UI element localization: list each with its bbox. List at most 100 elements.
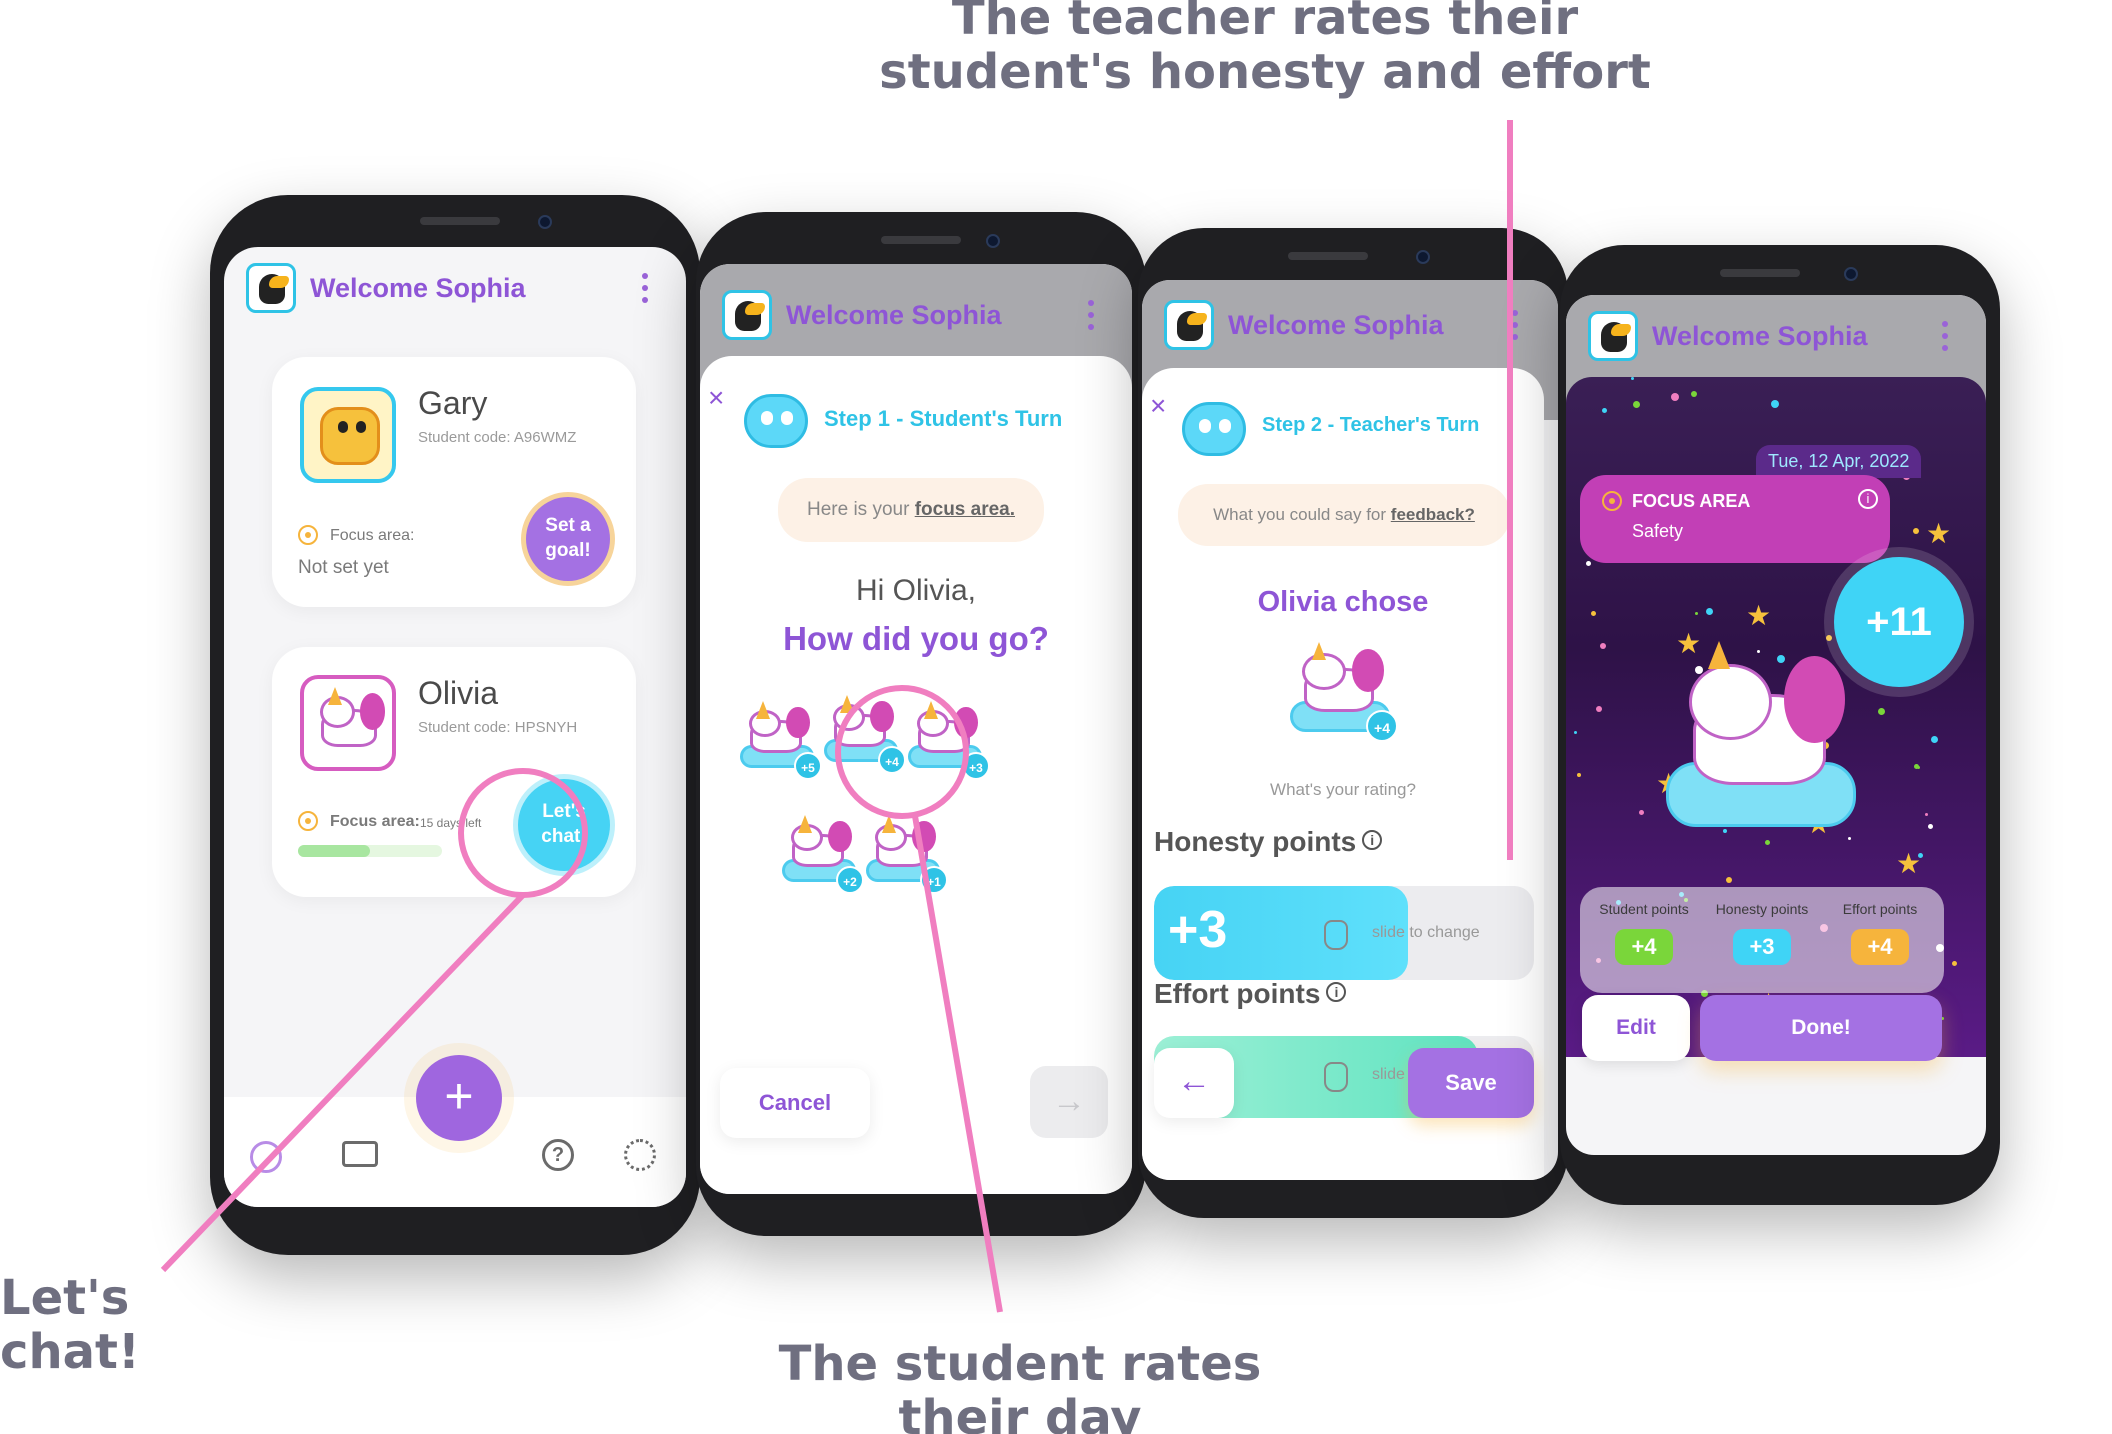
confetti-dot: [1952, 961, 1957, 966]
feedback-text: What you could say for: [1213, 505, 1387, 524]
honesty-value: +3: [1168, 901, 1228, 959]
confetti-dot: [1723, 829, 1727, 833]
student-turn-screen: Welcome Sophia × Step 1 - Student's Turn…: [700, 264, 1132, 1194]
focus-progress-bar: [298, 845, 442, 857]
focus-area-label: Focus area:: [330, 813, 420, 830]
confetti-dot: [1913, 528, 1919, 534]
confetti-dot: [1726, 877, 1732, 883]
focus-area-link[interactable]: focus area.: [915, 499, 1015, 520]
kebab-menu-icon[interactable]: [1512, 310, 1518, 340]
home-screen: Welcome Sophia Gary Student code: A96WMZ…: [224, 247, 686, 1207]
help-nav-icon[interactable]: ?: [542, 1139, 574, 1171]
confetti-dot: [1914, 764, 1919, 769]
chose-title: Olivia chose: [1257, 586, 1429, 618]
swipe-hand-icon: [1324, 1062, 1348, 1092]
points-label: Honesty points: [1715, 901, 1809, 917]
student-card-gary[interactable]: Gary Student code: A96WMZ Focus area: No…: [272, 357, 636, 607]
student-code: Student code: A96WMZ: [418, 429, 577, 446]
kebab-menu-icon[interactable]: [642, 273, 648, 303]
feedback-prompt[interactable]: What you could say for feedback?: [1178, 484, 1510, 546]
focus-area-value: Not set yet: [298, 557, 389, 578]
phone-student-turn: Welcome Sophia × Step 1 - Student's Turn…: [696, 212, 1146, 1236]
phone-teacher-turn: Welcome Sophia × Step 2 - Teacher's Turn…: [1138, 228, 1568, 1218]
students-nav-icon[interactable]: [250, 1141, 282, 1173]
confetti-dot: [1591, 611, 1596, 616]
back-button[interactable]: ←: [1154, 1048, 1234, 1118]
focus-area-prompt[interactable]: Here is your focus area.: [778, 478, 1044, 542]
app-bar: Welcome Sophia: [700, 274, 1132, 356]
set-goal-label: Set a goal!: [545, 515, 591, 561]
avatar-olivia: [300, 675, 396, 771]
student-card-olivia[interactable]: Olivia Student code: HPSNYH Focus area: …: [272, 647, 636, 897]
confetti-dot: [1931, 736, 1938, 743]
step-title: Step 2 - Teacher's Turn: [1262, 414, 1480, 436]
points-chip: +3: [1733, 929, 1791, 965]
next-arrow-button[interactable]: →: [1030, 1066, 1108, 1138]
confetti-dot: [1878, 708, 1885, 715]
star-icon: ★: [1746, 600, 1772, 631]
lets-chat-button[interactable]: Let's chat!: [518, 779, 610, 871]
rating-badge: +2: [836, 866, 864, 894]
swipe-hand-icon: [1324, 920, 1348, 950]
confetti-dot: [1771, 400, 1779, 408]
honesty-points-label: Honesty points i: [1154, 826, 1383, 858]
app-bar: Welcome Sophia: [224, 247, 686, 329]
confetti-dot: [1631, 377, 1634, 380]
kebab-menu-icon[interactable]: [1942, 321, 1948, 351]
points-summary: Student points +4 Honesty points +3 Effort p…: [1580, 887, 1944, 993]
confetti-dot: [1848, 837, 1851, 840]
honesty-slider[interactable]: +3 slide to change: [1154, 886, 1534, 980]
caption-lets-chat: Let's chat!: [0, 1270, 140, 1380]
rating-prompt: What's your rating?: [1270, 780, 1416, 799]
info-icon[interactable]: i: [1326, 982, 1347, 1002]
confetti-dot: [1639, 810, 1644, 815]
toucan-logo-icon: [246, 263, 296, 313]
step-title: Step 1 - Student's Turn: [824, 406, 1063, 431]
feedback-link[interactable]: feedback?: [1391, 505, 1475, 524]
kebab-menu-icon[interactable]: [1088, 300, 1094, 330]
days-left: 15 days left: [420, 816, 482, 830]
settings-gear-icon[interactable]: [624, 1139, 656, 1171]
close-icon[interactable]: ×: [1150, 390, 1166, 422]
app-title: Welcome Sophia: [1228, 309, 1444, 340]
info-icon[interactable]: i: [1858, 489, 1878, 509]
cancel-button[interactable]: Cancel: [720, 1068, 870, 1138]
summary-screen: Welcome Sophia ★★★★★★★ Tue, 12 Apr, 2022…: [1566, 295, 1986, 1155]
points-chip: +4: [1615, 929, 1673, 965]
points-label: Student points: [1599, 901, 1689, 917]
rating-sheet: × Step 1 - Student's Turn Here is your f…: [700, 356, 1132, 1194]
mascot-bubble-icon: [1182, 402, 1246, 456]
confetti-dot: [1602, 408, 1607, 413]
screen-nav-icon[interactable]: [342, 1141, 378, 1167]
lets-chat-label: Let's chat!: [541, 801, 587, 847]
info-icon[interactable]: i: [1362, 830, 1383, 850]
effort-points-label: Effort points i: [1154, 978, 1347, 1010]
caption-teacher-rates: The teacher rates their student's honest…: [879, 0, 1651, 100]
confetti-dot: [1574, 731, 1577, 734]
edit-button[interactable]: Edit: [1582, 995, 1690, 1061]
celebration-background: ★★★★★★★ Tue, 12 Apr, 2022 FOCUS AREA Saf…: [1566, 377, 1986, 1057]
confetti-dot: [1577, 773, 1581, 777]
focus-target-icon: [298, 811, 318, 831]
app-bar: Welcome Sophia: [1566, 295, 1986, 377]
rating-badge: +4: [878, 746, 906, 774]
confetti-dot: [1633, 401, 1640, 408]
teacher-sheet: × Step 2 - Teacher's Turn What you could…: [1142, 368, 1544, 1180]
confetti-dot: [1925, 813, 1928, 816]
phone-summary: Welcome Sophia ★★★★★★★ Tue, 12 Apr, 2022…: [1560, 245, 2000, 1205]
rating-badge: +5: [794, 752, 822, 780]
close-icon[interactable]: ×: [708, 382, 724, 414]
app-title: Welcome Sophia: [310, 272, 526, 303]
focus-area-title: FOCUS AREA: [1632, 491, 1751, 511]
toucan-logo-icon: [722, 290, 772, 340]
add-student-fab[interactable]: +: [416, 1055, 502, 1141]
teacher-turn-screen: Welcome Sophia × Step 2 - Teacher's Turn…: [1142, 280, 1558, 1180]
focus-area-value: Safety: [1632, 521, 1684, 541]
slide-hint: slide to change: [1372, 924, 1480, 941]
plus-icon: +: [444, 1068, 474, 1124]
save-button[interactable]: Save: [1408, 1048, 1534, 1118]
app-title: Welcome Sophia: [1652, 320, 1868, 351]
done-button[interactable]: Done!: [1700, 995, 1942, 1061]
set-goal-button[interactable]: Set a goal!: [526, 497, 610, 581]
date-chip: Tue, 12 Apr, 2022: [1756, 445, 1922, 478]
